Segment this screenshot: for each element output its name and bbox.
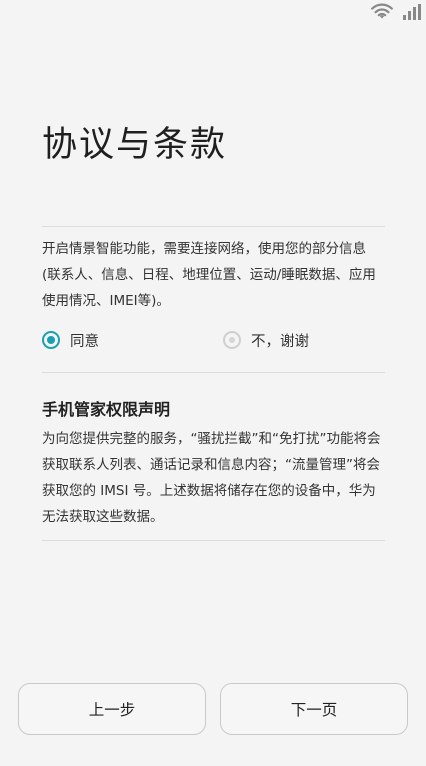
wifi-icon <box>371 3 393 19</box>
smart-features-description: 开启情景智能功能，需要连接网络，使用您的部分信息 (联系人、信息、日程、地理位置… <box>42 241 376 309</box>
agree-label: 同意 <box>70 333 99 350</box>
radio-unchecked-icon[interactable] <box>223 331 241 349</box>
agree-radio[interactable]: 同意 <box>42 328 99 352</box>
status-bar <box>0 0 426 24</box>
divider <box>42 540 385 541</box>
permissions-heading: 手机管家权限声明 <box>42 400 171 419</box>
next-button[interactable]: 下一页 <box>220 683 408 735</box>
permissions-description: 为向您提供完整的服务，“骚扰拦截”和“免打扰”功能将会获取联系人列表、通话记录和… <box>42 431 381 525</box>
divider <box>42 226 385 227</box>
divider <box>42 372 385 373</box>
previous-button[interactable]: 上一步 <box>18 683 206 735</box>
signal-icon <box>403 4 421 20</box>
decline-label: 不，谢谢 <box>251 333 309 350</box>
decline-radio[interactable]: 不，谢谢 <box>223 328 309 352</box>
page-title: 协议与条款 <box>42 125 228 165</box>
radio-checked-icon[interactable] <box>42 331 60 349</box>
